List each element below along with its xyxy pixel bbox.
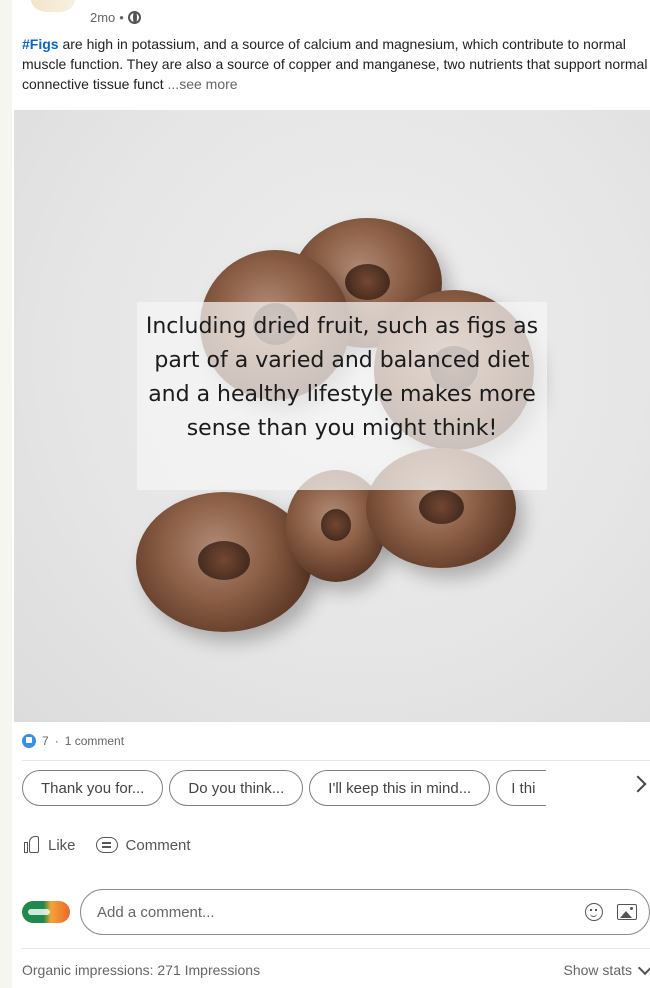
suggested-reply-chip[interactable]: I thi [496,770,547,806]
comment-button[interactable]: Comment [95,836,191,854]
comment-placeholder: Add a comment... [97,903,215,921]
show-stats-label: Show stats [563,962,632,978]
author-avatar[interactable] [30,0,76,12]
post-stats: Organic impressions: 271 Impressions Sho… [22,960,650,978]
like-reaction-icon [22,734,36,748]
globe-icon [127,10,141,24]
count-separator: · [54,734,59,748]
like-button[interactable]: Like [22,836,76,854]
hashtag-link[interactable]: #Figs [22,36,59,52]
chevron-down-icon [637,960,650,976]
company-logo-avatar [22,901,70,923]
post-meta: 2mo • [30,0,141,28]
emoji-icon[interactable] [585,903,603,921]
organic-impressions: Organic impressions: 271 Impressions [22,962,261,978]
post-image[interactable]: Including dried fruit, such as figs as p… [14,110,650,722]
post-text: are high in potassium, and a source of c… [22,36,648,92]
suggested-replies: Thank you for... Do you think... I'll ke… [22,769,650,807]
post-actions: Like Comment [22,836,191,854]
show-stats-button[interactable]: Show stats [563,960,650,978]
see-more-link[interactable]: ...see more [168,76,238,92]
reaction-count[interactable]: 7 [42,734,49,748]
comment-composer: Add a comment... [22,888,650,936]
comment-icon [95,837,118,853]
feed-post: 2mo • #Figs are high in potassium, and a… [14,0,650,988]
meta-separator: • [119,9,124,25]
left-sidebar-strip [0,0,12,988]
divider [22,948,650,949]
divider [22,760,650,761]
comment-label: Comment [125,836,191,854]
fig-photo-element [136,492,312,632]
thumbs-up-icon [22,836,40,854]
like-label: Like [48,836,76,854]
suggested-reply-chip[interactable]: I'll keep this in mind... [309,770,491,806]
image-caption-text: Including dried fruit, such as figs as p… [145,314,539,441]
comment-input[interactable]: Add a comment... [80,889,650,935]
post-time: 2mo [90,9,116,25]
post-body: #Figs are high in potassium, and a sourc… [22,34,650,94]
suggested-reply-chip[interactable]: Thank you for... [22,770,164,806]
social-counts[interactable]: 7 · 1 comment [22,734,124,748]
comment-count[interactable]: 1 comment [65,734,124,748]
image-icon[interactable] [617,904,637,920]
suggested-reply-chip[interactable]: Do you think... [169,770,304,806]
